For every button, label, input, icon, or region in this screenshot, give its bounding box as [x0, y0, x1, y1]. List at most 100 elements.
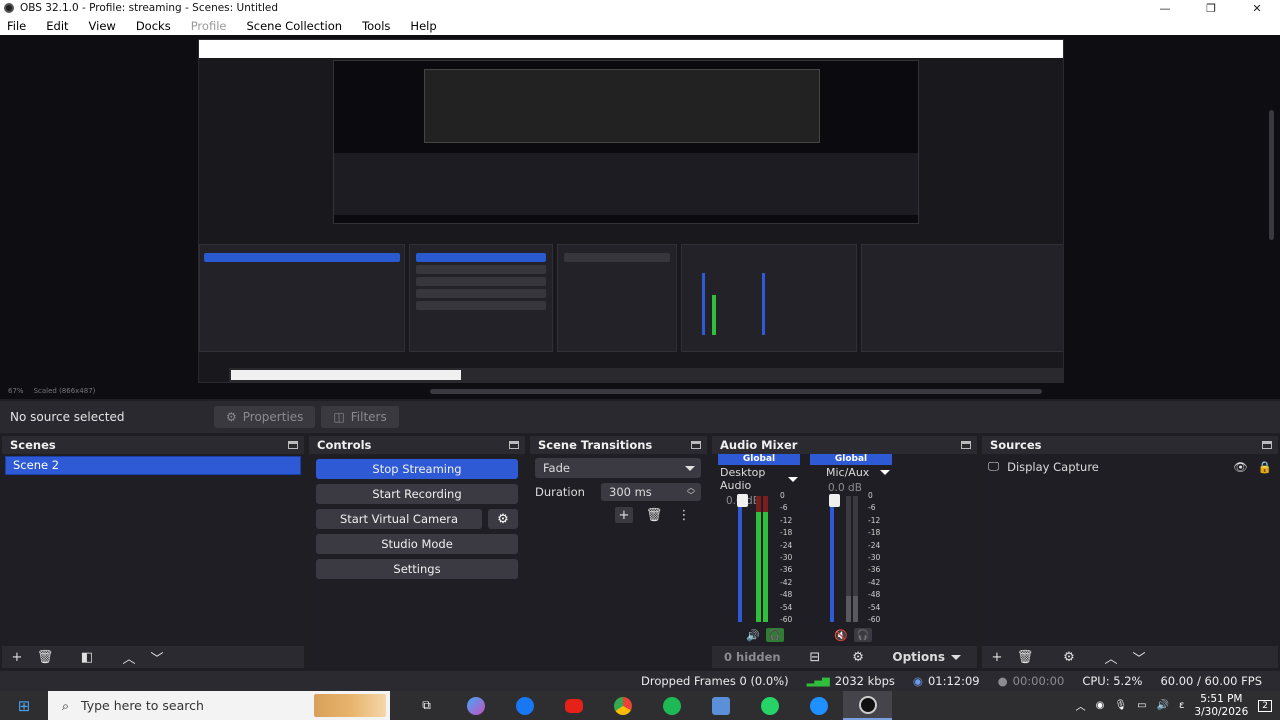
- headphones-icon[interactable]: 🎧: [853, 628, 872, 642]
- menu-view[interactable]: View: [86, 19, 119, 33]
- start-button[interactable]: ⊞: [0, 697, 48, 715]
- transition-select[interactable]: Fade: [535, 458, 701, 478]
- mixer-dock-title: Audio Mixer: [720, 437, 798, 452]
- volume-icon[interactable]: 🔊: [1157, 700, 1169, 711]
- lock-icon[interactable]: 🔒: [1258, 460, 1272, 474]
- options-label: Options: [892, 650, 945, 664]
- float-dock-icon[interactable]: [691, 440, 701, 449]
- move-down-icon[interactable]: ﹀: [148, 649, 166, 667]
- menu-edit[interactable]: Edit: [43, 19, 71, 33]
- float-dock-icon[interactable]: [288, 440, 298, 449]
- mixer-dock-header: Audio Mixer: [712, 437, 977, 452]
- preview-area[interactable]: 67% Scaled (866x487): [0, 35, 1280, 399]
- scene-filters-icon[interactable]: ◧: [78, 649, 96, 665]
- transition-selected: Fade: [543, 461, 570, 475]
- options-button[interactable]: Options: [892, 650, 961, 664]
- taskbar-search[interactable]: ⌕ Type here to search: [48, 691, 390, 720]
- start-virtual-camera-button[interactable]: Start Virtual Camera: [316, 509, 482, 529]
- headphones-icon[interactable]: 🎧: [765, 628, 784, 642]
- chevron-down-icon[interactable]: [880, 470, 890, 475]
- studio-mode-button[interactable]: Studio Mode: [316, 534, 518, 554]
- float-dock-icon[interactable]: [1262, 440, 1272, 449]
- volume-fader[interactable]: [738, 496, 742, 622]
- copilot-app[interactable]: [451, 691, 500, 720]
- fader-knob[interactable]: [829, 494, 840, 507]
- obs-app[interactable]: [843, 691, 892, 720]
- spotify-app[interactable]: [647, 691, 696, 720]
- scale-tick: -6: [868, 503, 876, 513]
- chevron-down-icon: [950, 654, 961, 660]
- move-down-icon[interactable]: ﹀: [1130, 649, 1148, 667]
- file-app[interactable]: [696, 691, 745, 720]
- duration-spinbox[interactable]: 300 ms ︿ ﹀: [601, 483, 701, 501]
- menu-docks[interactable]: Docks: [133, 19, 174, 33]
- scenes-dock-title: Scenes: [10, 437, 56, 452]
- channel-name-row[interactable]: Mic/Aux: [810, 466, 892, 479]
- move-up-icon[interactable]: ︿: [120, 649, 138, 667]
- duration-row: Duration 300 ms ︿ ﹀: [535, 483, 701, 501]
- move-up-icon[interactable]: ︿: [1102, 649, 1120, 667]
- remove-scene-icon[interactable]: 🗑: [36, 649, 54, 665]
- language-indicator[interactable]: ε: [1179, 700, 1184, 711]
- zoom-level[interactable]: 67%: [8, 387, 24, 395]
- scene-item[interactable]: Scene 2: [5, 456, 301, 475]
- preview-vertical-scrollbar[interactable]: [1269, 110, 1274, 240]
- hidden-count[interactable]: 0 hidden: [724, 650, 781, 664]
- chevron-up-icon[interactable]: ︿: [1076, 698, 1086, 713]
- microphone-icon[interactable]: 🎙: [1114, 700, 1127, 711]
- add-source-icon[interactable]: +: [988, 649, 1006, 665]
- maximize-button[interactable]: ❐: [1188, 2, 1234, 15]
- db-scale: 0 -6 -12 -18 -24 -30 -36 -42 -48 -54 -60: [868, 490, 880, 626]
- add-transition-icon[interactable]: +: [615, 507, 633, 523]
- task-view-button[interactable]: ⧉: [402, 691, 451, 720]
- remove-source-icon[interactable]: 🗑: [1016, 649, 1034, 665]
- channel-name-row[interactable]: Desktop Audio: [718, 466, 800, 492]
- more-options-icon[interactable]: ⋮: [675, 507, 693, 523]
- eye-icon[interactable]: 👁: [1233, 460, 1248, 474]
- remove-transition-icon[interactable]: 🗑: [645, 507, 663, 523]
- browser-app[interactable]: [794, 691, 843, 720]
- preview-horizontal-scrollbar[interactable]: [430, 389, 1042, 394]
- start-recording-button[interactable]: Start Recording: [316, 484, 518, 504]
- chevron-down-icon[interactable]: [788, 476, 798, 482]
- filters-button[interactable]: ◫ Filters: [321, 406, 399, 428]
- menu-scene-collection[interactable]: Scene Collection: [243, 19, 345, 33]
- clock[interactable]: 5:51 PM 3/30/2026: [1194, 693, 1248, 719]
- add-scene-icon[interactable]: +: [8, 649, 26, 665]
- advanced-audio-icon[interactable]: ⚙: [849, 649, 867, 665]
- scale-tick: -48: [868, 590, 881, 600]
- menu-file[interactable]: File: [4, 19, 29, 33]
- minimize-button[interactable]: —: [1142, 2, 1188, 15]
- volume-fader[interactable]: [830, 496, 834, 622]
- facebook-app[interactable]: [500, 691, 549, 720]
- float-dock-icon[interactable]: [961, 440, 971, 449]
- fader-knob[interactable]: [737, 494, 748, 507]
- close-button[interactable]: ✕: [1234, 2, 1280, 15]
- menu-help[interactable]: Help: [407, 19, 439, 33]
- float-dock-icon[interactable]: [509, 440, 519, 449]
- whatsapp-app[interactable]: [745, 691, 794, 720]
- preview-canvas[interactable]: [198, 39, 1064, 383]
- menu-profile[interactable]: Profile: [188, 19, 230, 33]
- mixer-layout-icon[interactable]: ⊟: [806, 649, 824, 665]
- camera-icon[interactable]: ◉: [1096, 700, 1105, 711]
- spin-arrows-icon[interactable]: ︿ ﹀: [687, 484, 695, 500]
- scenes-list[interactable]: Scene 2: [2, 454, 304, 646]
- bitrate-text: 2032 kbps: [834, 674, 895, 688]
- chrome-app[interactable]: [598, 691, 647, 720]
- network-icon[interactable]: ▭: [1137, 700, 1146, 711]
- source-properties-icon[interactable]: ⚙: [1060, 649, 1078, 665]
- virtual-camera-settings-button[interactable]: ⚙: [488, 509, 518, 529]
- youtube-app[interactable]: [549, 691, 598, 720]
- stop-streaming-button[interactable]: Stop Streaming: [316, 459, 518, 479]
- menu-tools[interactable]: Tools: [359, 19, 393, 33]
- monitor-icon: 🖵: [988, 459, 1000, 473]
- sources-list[interactable]: 🖵 Display Capture 👁 🔒: [982, 454, 1278, 646]
- speaker-icon[interactable]: 🔊: [746, 629, 760, 642]
- notifications-badge[interactable]: 2: [1258, 699, 1272, 712]
- speaker-muted-icon[interactable]: 🔇: [834, 629, 848, 642]
- transitions-dock: Scene Transitions Fade Duration 300 ms ︿…: [530, 436, 707, 668]
- settings-button[interactable]: Settings: [316, 559, 518, 579]
- properties-button[interactable]: ⚙ Properties: [214, 406, 316, 428]
- source-item[interactable]: 🖵 Display Capture 👁 🔒: [982, 457, 1278, 476]
